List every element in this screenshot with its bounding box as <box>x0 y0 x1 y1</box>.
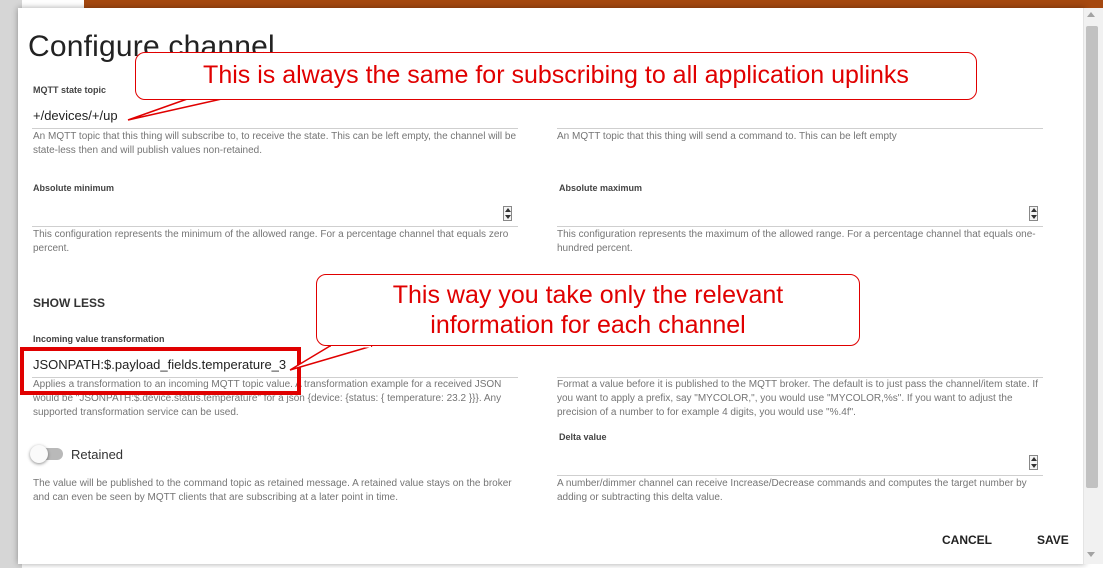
absolute-maximum-spinner[interactable] <box>1029 206 1038 221</box>
absolute-minimum-help: This configuration represents the minimu… <box>33 229 509 254</box>
scrollbar-thumb[interactable] <box>1086 26 1098 488</box>
delta-value-input[interactable] <box>557 455 1017 473</box>
delta-value-underline <box>557 475 1043 476</box>
callout-uplinks-text: This is always the same for subscribing … <box>203 61 909 89</box>
save-button[interactable]: SAVE <box>1037 533 1069 547</box>
outgoing-format-input[interactable] <box>557 357 1042 375</box>
delta-value-label: Delta value <box>559 432 607 442</box>
cancel-button[interactable]: CANCEL <box>942 533 992 547</box>
mqtt-command-topic-help: An MQTT topic that this thing will send … <box>557 131 897 142</box>
absolute-minimum-underline <box>32 226 518 227</box>
absolute-minimum-label: Absolute minimum <box>33 183 115 193</box>
transformation-highlight-box <box>20 347 301 395</box>
absolute-maximum-help: This configuration represents the maximu… <box>557 229 1036 254</box>
incoming-transformation-label: Incoming value transformation <box>33 334 165 344</box>
callout-relevant-info-line1: This way you take only the relevant <box>392 281 784 309</box>
callout-uplinks: This is always the same for subscribing … <box>135 52 977 100</box>
mqtt-state-topic-input[interactable]: +/devices/+/up <box>33 108 118 123</box>
mqtt-command-topic-input[interactable] <box>557 108 1042 126</box>
mqtt-state-topic-underline <box>32 128 518 129</box>
retained-toggle-switch[interactable] <box>30 445 48 463</box>
mqtt-state-topic-help: An MQTT topic that this thing will subsc… <box>33 131 517 156</box>
outgoing-format-help: Format a value before it is published to… <box>557 379 1038 418</box>
mqtt-state-topic-label: MQTT state topic <box>33 85 107 95</box>
callout-relevant-info: This way you take only the relevant info… <box>316 274 860 346</box>
absolute-maximum-underline <box>557 226 1043 227</box>
callout-relevant-info-line2: information for each channel <box>430 311 746 339</box>
app-header-bar <box>84 0 1103 8</box>
scroll-down-arrow-icon[interactable] <box>1087 552 1095 557</box>
absolute-maximum-input[interactable] <box>557 206 1017 224</box>
scroll-up-arrow-icon[interactable] <box>1087 12 1095 17</box>
absolute-minimum-input[interactable] <box>33 206 493 224</box>
show-less-link[interactable]: SHOW LESS <box>33 296 105 310</box>
delta-value-spinner[interactable] <box>1029 455 1038 470</box>
retained-label: Retained <box>71 447 124 462</box>
absolute-maximum-label: Absolute maximum <box>559 183 643 193</box>
mqtt-command-topic-underline <box>557 128 1043 129</box>
delta-value-help: A number/dimmer channel can receive Incr… <box>557 478 1027 503</box>
retained-help: The value will be published to the comma… <box>33 478 512 503</box>
absolute-minimum-spinner[interactable] <box>503 206 512 221</box>
